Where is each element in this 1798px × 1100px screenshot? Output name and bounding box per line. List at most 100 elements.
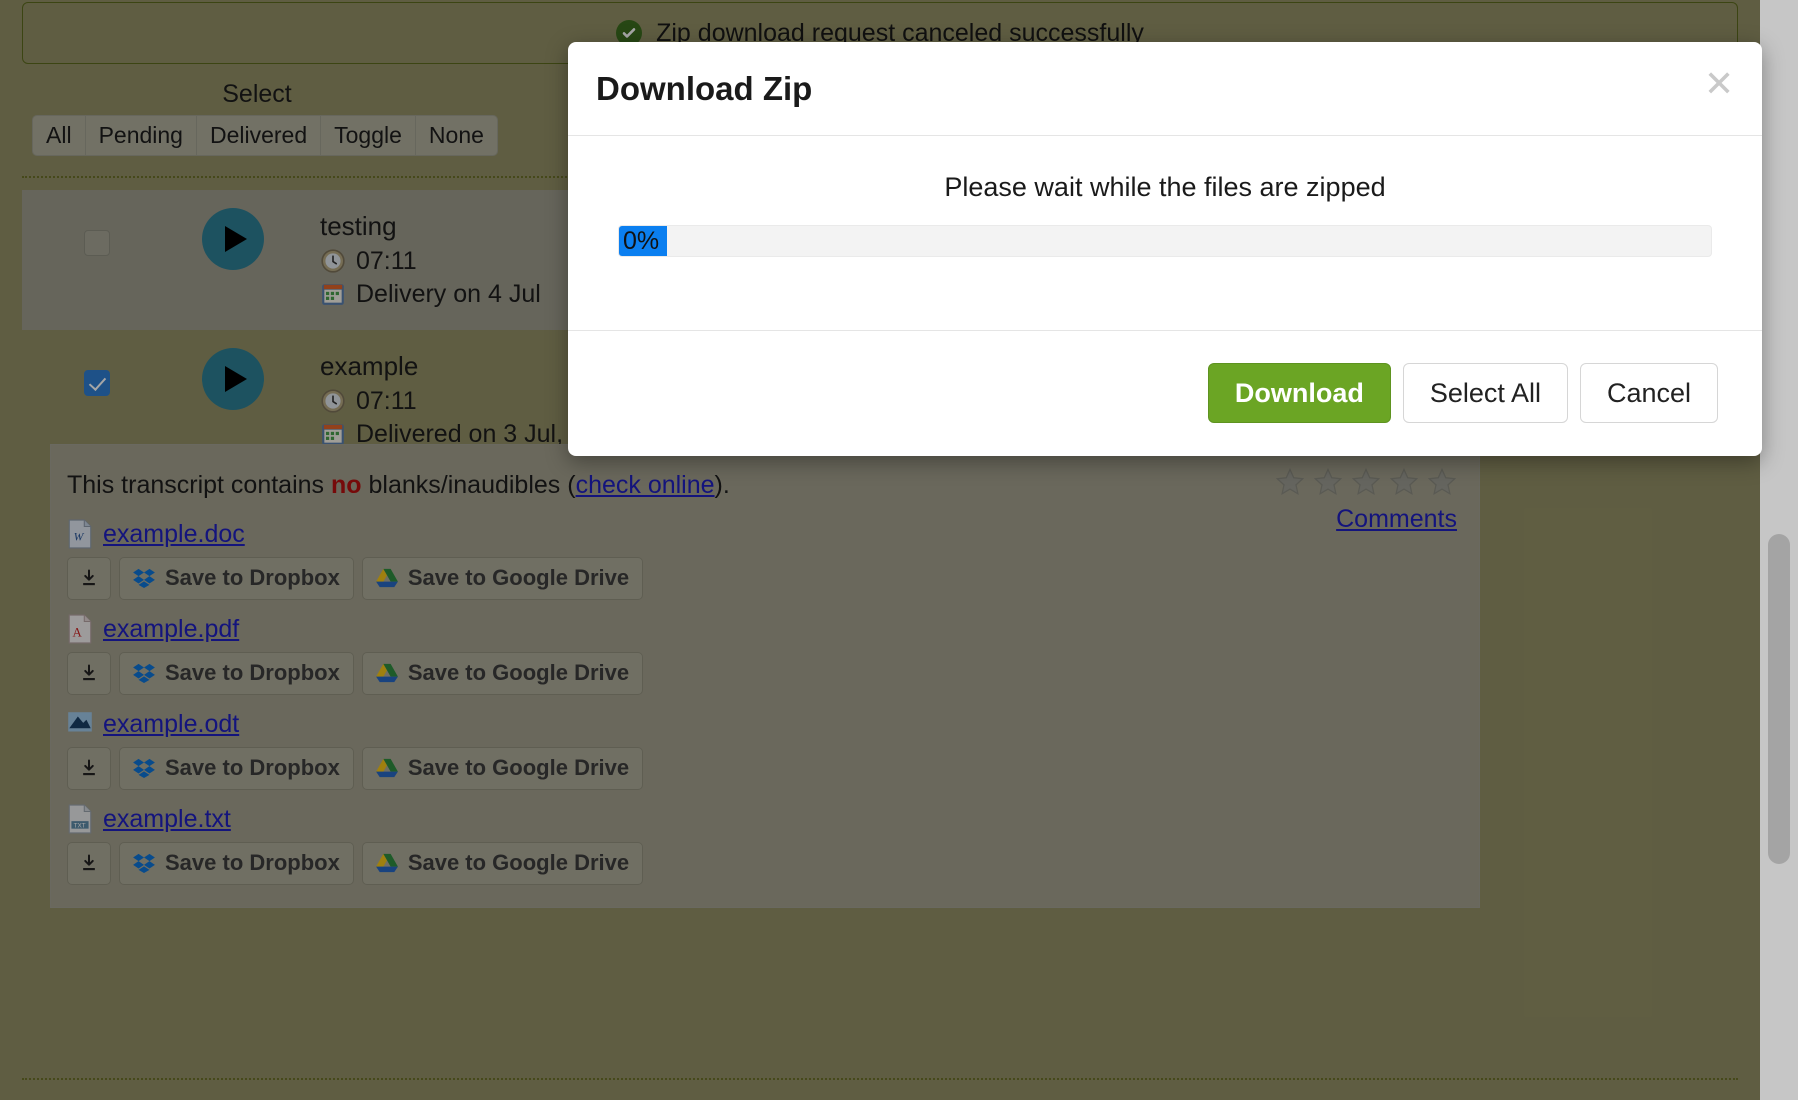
- row-title: testing: [320, 211, 397, 241]
- select-button-none[interactable]: None: [416, 116, 497, 155]
- file-link[interactable]: example.odt: [103, 710, 239, 739]
- pdf-icon: A: [68, 614, 92, 644]
- select-panel: Select All Pending Delivered Toggle None: [22, 80, 498, 157]
- row-status-text: Delivery on 4 Jul: [356, 279, 541, 308]
- file-name-row: example.odt: [67, 709, 643, 739]
- note-emphasis: no: [331, 471, 362, 499]
- save-to-dropbox-button[interactable]: Save to Dropbox: [119, 652, 354, 695]
- scrollbar-thumb[interactable]: [1768, 534, 1790, 864]
- google-drive-icon: [375, 759, 398, 778]
- select-button-all[interactable]: All: [33, 116, 86, 156]
- calendar-icon: [322, 284, 344, 305]
- star-icon[interactable]: [1351, 467, 1381, 497]
- download-icon: [83, 759, 95, 776]
- star-icon[interactable]: [1427, 467, 1457, 497]
- file-block-doc: W example.doc Save to Dropbox Save to Go…: [67, 519, 644, 600]
- modal-header: Download Zip ✕: [568, 42, 1762, 136]
- svg-text:TXT: TXT: [74, 823, 86, 830]
- download-button[interactable]: [67, 842, 111, 885]
- odt-icon: [68, 712, 92, 732]
- save-to-google-drive-label: Save to Google Drive: [407, 565, 630, 590]
- note-suffix: ).: [714, 471, 730, 499]
- select-all-button[interactable]: Select All: [1402, 362, 1568, 424]
- select-button-delivered[interactable]: Delivered: [197, 116, 322, 156]
- zip-progress-fill: 0%: [619, 226, 668, 256]
- file-actions: Save to Dropbox Save to Google Drive: [67, 747, 644, 790]
- note-middle: blanks/inaudibles (: [361, 471, 576, 499]
- save-to-dropbox-label: Save to Dropbox: [165, 565, 340, 590]
- play-icon[interactable]: [202, 208, 264, 270]
- dropbox-icon: [133, 664, 155, 684]
- play-icon[interactable]: [202, 348, 264, 410]
- rating-stars[interactable]: [1275, 467, 1457, 497]
- zip-progress-bar: 0%: [618, 225, 1712, 257]
- select-button-toggle[interactable]: Toggle: [321, 116, 416, 156]
- google-drive-icon: [375, 569, 398, 588]
- comments-link[interactable]: Comments: [1336, 505, 1457, 534]
- row-duration: 07:11: [320, 247, 541, 276]
- modal-body: Please wait while the files are zipped 0…: [568, 136, 1762, 331]
- star-icon[interactable]: [1275, 467, 1305, 497]
- download-button[interactable]: Download: [1207, 362, 1391, 424]
- download-button[interactable]: [67, 557, 111, 600]
- save-to-google-drive-button[interactable]: Save to Google Drive: [361, 557, 644, 600]
- svg-text:A: A: [73, 626, 83, 640]
- select-button-pending[interactable]: Pending: [86, 116, 197, 156]
- save-to-dropbox-label: Save to Dropbox: [165, 755, 340, 780]
- download-button[interactable]: [67, 652, 111, 695]
- save-to-dropbox-button[interactable]: Save to Dropbox: [119, 557, 354, 600]
- check-online-link[interactable]: check online: [576, 471, 715, 499]
- download-zip-modal: Download Zip ✕ Please wait while the fil…: [568, 42, 1762, 456]
- download-icon: [83, 569, 95, 586]
- close-icon[interactable]: ✕: [1698, 64, 1738, 104]
- save-to-dropbox-label: Save to Dropbox: [165, 850, 340, 875]
- row-duration-text: 07:11: [356, 386, 417, 415]
- file-block-pdf: A example.pdf Save to Dropbox Save to Go…: [67, 614, 644, 695]
- dropbox-icon: [133, 759, 155, 779]
- cancel-button[interactable]: Cancel: [1579, 362, 1718, 424]
- svg-text:W: W: [74, 530, 85, 543]
- dropbox-icon: [133, 854, 155, 874]
- google-drive-icon: [375, 854, 398, 873]
- text-file-icon: TXT: [68, 804, 92, 834]
- save-to-google-drive-label: Save to Google Drive: [407, 850, 630, 875]
- star-icon[interactable]: [1389, 467, 1419, 497]
- row-checkbox-example[interactable]: [84, 370, 110, 396]
- transcript-note: This transcript contains no blanks/inaud…: [67, 471, 730, 500]
- save-to-google-drive-button[interactable]: Save to Google Drive: [361, 747, 644, 790]
- google-drive-icon: [375, 664, 398, 683]
- dropbox-icon: [133, 569, 155, 589]
- select-button-group: All Pending Delivered Toggle None: [32, 115, 498, 157]
- file-block-odt: example.odt Save to Dropbox Save to Goog…: [67, 709, 644, 790]
- file-name-row: W example.doc: [67, 519, 643, 549]
- row-meta: testing 07:11 Delivery on 4 Jul: [320, 208, 541, 309]
- word-doc-icon: W: [68, 519, 92, 549]
- file-link[interactable]: example.pdf: [103, 615, 239, 644]
- wait-message: Please wait while the files are zipped: [944, 172, 1386, 202]
- save-to-dropbox-button[interactable]: Save to Dropbox: [119, 747, 354, 790]
- save-to-dropbox-button[interactable]: Save to Dropbox: [119, 842, 354, 885]
- save-to-google-drive-label: Save to Google Drive: [407, 660, 630, 685]
- save-to-google-drive-label: Save to Google Drive: [407, 755, 630, 780]
- file-link[interactable]: example.txt: [103, 805, 231, 834]
- file-actions: Save to Dropbox Save to Google Drive: [67, 557, 644, 600]
- star-icon[interactable]: [1313, 467, 1343, 497]
- download-icon: [83, 664, 95, 681]
- file-block-txt: TXT example.txt Save to Dropbox Save to …: [67, 804, 644, 885]
- transcript-panel: This transcript contains no blanks/inaud…: [50, 444, 1480, 908]
- row-checkbox-testing[interactable]: [84, 230, 110, 256]
- row-status: Delivery on 4 Jul: [320, 280, 541, 309]
- save-to-google-drive-button[interactable]: Save to Google Drive: [361, 842, 644, 885]
- note-prefix: This transcript contains: [67, 471, 331, 499]
- save-to-google-drive-button[interactable]: Save to Google Drive: [361, 652, 644, 695]
- modal-title: Download Zip: [596, 70, 813, 107]
- page-scrollbar[interactable]: [1760, 0, 1798, 1100]
- file-name-row: A example.pdf: [67, 614, 643, 644]
- clock-icon: [321, 389, 345, 413]
- file-link[interactable]: example.doc: [103, 520, 245, 549]
- download-button[interactable]: [67, 747, 111, 790]
- file-actions: Save to Dropbox Save to Google Drive: [67, 652, 644, 695]
- download-icon: [83, 854, 95, 871]
- modal-footer: Download Select All Cancel: [568, 331, 1762, 455]
- row-duration-text: 07:11: [356, 246, 417, 275]
